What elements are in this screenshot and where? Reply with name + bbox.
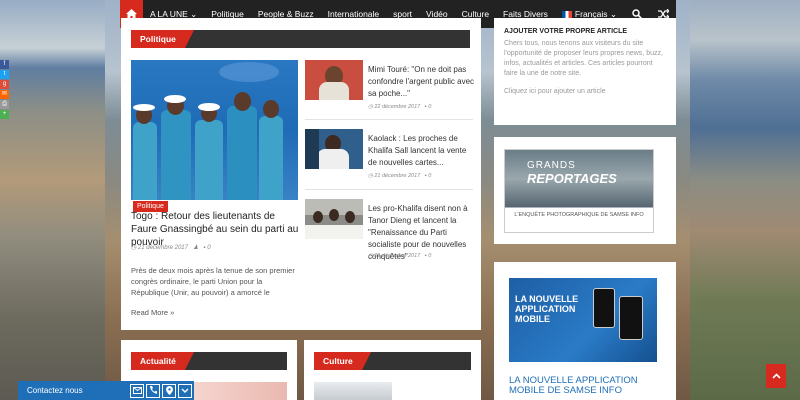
list-item[interactable]: Mimi Touré: "On ne doit pas confondre l'… bbox=[305, 60, 475, 116]
scroll-to-top-button[interactable] bbox=[766, 364, 786, 388]
print-icon[interactable]: ⎙ bbox=[0, 100, 9, 109]
article-thumbnail[interactable] bbox=[305, 199, 363, 239]
collapse-contact-button[interactable] bbox=[178, 383, 192, 398]
chevron-up-icon bbox=[771, 373, 781, 379]
google-plus-icon[interactable]: g bbox=[0, 80, 9, 89]
featured-meta: ◷ 21 décembre 2017 ♟ ▪ 0 bbox=[131, 245, 211, 251]
twitter-icon[interactable]: t bbox=[0, 70, 9, 79]
phone-icon bbox=[150, 386, 157, 394]
main-content: Politique Politique Togo : Retour des li… bbox=[121, 18, 481, 330]
app-caption[interactable]: LA NOUVELLE APPLICATION MOBILE DE SAMSE … bbox=[509, 376, 659, 396]
phone-contact-button[interactable] bbox=[146, 383, 160, 398]
article-title[interactable]: Mimi Touré: "On ne doit pas confondre l'… bbox=[368, 64, 476, 100]
banner-line1: GRANDS bbox=[527, 160, 576, 171]
article-title[interactable]: Kaolack : Les proches de Khalifa Sall la… bbox=[368, 133, 476, 169]
section-title[interactable]: Actualité bbox=[131, 352, 194, 370]
author-icon: ♟ bbox=[192, 245, 199, 251]
contact-label[interactable]: Contactez nous bbox=[18, 386, 130, 395]
section-header-politique: Politique bbox=[131, 30, 470, 48]
grands-reportages-widget: GRANDS REPORTAGES L'ENQUÊTE PHOTOGRAPHIQ… bbox=[494, 137, 676, 244]
background-right bbox=[690, 0, 800, 400]
phone-icon bbox=[593, 288, 615, 328]
article-meta: ◷ 22 décembre 2017 ▪ 0 bbox=[368, 104, 432, 110]
chevron-down-icon bbox=[181, 388, 189, 393]
culture-box: Culture bbox=[304, 340, 481, 400]
email-contact-button[interactable] bbox=[130, 383, 144, 398]
featured-excerpt: Près de deux mois après la tenue de son … bbox=[131, 266, 295, 297]
banner-line2: REPORTAGES bbox=[527, 171, 617, 186]
background-left bbox=[0, 0, 105, 400]
map-pin-icon bbox=[165, 386, 173, 395]
article-meta: ◷ 21 décembre 2017 ▪ 0 bbox=[368, 253, 432, 259]
article-thumbnail[interactable] bbox=[305, 60, 363, 100]
featured-image[interactable] bbox=[131, 60, 298, 200]
facebook-icon[interactable]: f bbox=[0, 60, 9, 69]
contact-bar[interactable]: Contactez nous bbox=[18, 381, 194, 400]
envelope-icon bbox=[132, 387, 142, 394]
divider bbox=[305, 119, 473, 120]
article-thumbnail[interactable] bbox=[314, 382, 392, 400]
banner-caption: L'ENQUÊTE PHOTOGRAPHIQUE DE SAMSE INFO bbox=[514, 212, 644, 218]
add-article-widget: AJOUTER VOTRE PROPRE ARTICLE Chers tous,… bbox=[494, 18, 676, 125]
clock-icon: ◷ bbox=[131, 245, 137, 251]
social-share-bar: f t g ✉ ⎙ + bbox=[0, 60, 9, 119]
article-thumbnail[interactable] bbox=[191, 382, 287, 400]
widget-text: Chers tous, nous tenons aux visiteurs du… bbox=[504, 40, 663, 77]
section-title[interactable]: Politique bbox=[131, 30, 194, 48]
article-thumbnail[interactable] bbox=[305, 129, 363, 169]
mobile-app-banner[interactable]: LA NOUVELLE APPLICATION MOBILE bbox=[509, 278, 657, 362]
phone-icon bbox=[619, 296, 643, 340]
list-item[interactable]: Kaolack : Les proches de Khalifa Sall la… bbox=[305, 129, 475, 185]
section-title[interactable]: Culture bbox=[314, 352, 371, 370]
widget-title: AJOUTER VOTRE PROPRE ARTICLE bbox=[504, 28, 628, 35]
list-item[interactable]: Les pro-Khalifa disent non à Tanor Dieng… bbox=[305, 199, 475, 265]
app-banner-text: LA NOUVELLE APPLICATION MOBILE bbox=[515, 294, 579, 324]
share-more-icon[interactable]: + bbox=[0, 110, 9, 119]
mobile-app-widget: LA NOUVELLE APPLICATION MOBILE LA NOUVELLE… bbox=[494, 262, 676, 400]
read-more-link[interactable]: Read More » bbox=[131, 308, 174, 317]
section-header-actualite: Actualité bbox=[131, 352, 287, 370]
section-header-culture: Culture bbox=[314, 352, 471, 370]
comment-icon: ▪ bbox=[203, 245, 206, 251]
location-contact-button[interactable] bbox=[162, 383, 176, 398]
email-share-icon[interactable]: ✉ bbox=[0, 90, 9, 99]
article-meta: ◷ 21 décembre 2017 ▪ 0 bbox=[368, 173, 432, 179]
grands-reportages-banner[interactable]: GRANDS REPORTAGES L'ENQUÊTE PHOTOGRAPHIQ… bbox=[504, 149, 654, 233]
add-article-link[interactable]: Cliquez ici pour ajouter un article bbox=[494, 81, 676, 99]
divider bbox=[305, 189, 473, 190]
